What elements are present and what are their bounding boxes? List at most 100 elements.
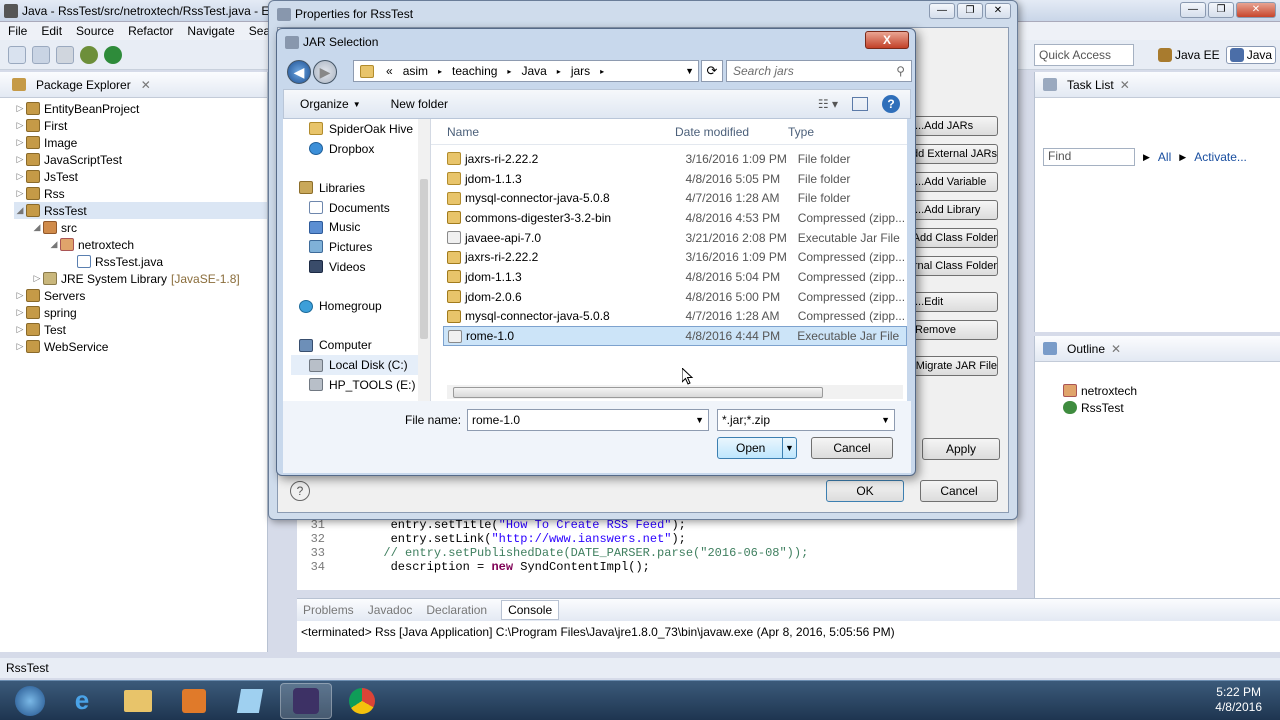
jar-close-button[interactable]: X xyxy=(865,31,909,49)
breadcrumb-item[interactable]: asim xyxy=(403,64,428,78)
nav-item[interactable]: Libraries xyxy=(291,178,430,198)
tree-item[interactable]: ▷ JRE System Library [JavaSE-1.8] xyxy=(14,270,267,287)
menu-edit[interactable]: Edit xyxy=(41,24,62,38)
menu-navigate[interactable]: Navigate xyxy=(187,24,234,38)
tree-item[interactable]: ◢ netroxtech xyxy=(14,236,267,253)
tree-item[interactable]: ▷ Servers xyxy=(14,287,267,304)
chevron-down-icon[interactable]: ▼ xyxy=(695,410,704,430)
nav-item[interactable]: Computer xyxy=(291,336,430,356)
expand-arrow-icon[interactable]: ▷ xyxy=(14,307,26,318)
open-dropdown-icon[interactable]: ▼ xyxy=(782,438,796,458)
apply-button[interactable]: Apply xyxy=(922,438,1000,460)
expand-arrow-icon[interactable]: ▷ xyxy=(31,273,43,284)
new-folder-button[interactable]: New folder xyxy=(391,97,448,111)
build-path-button[interactable]: Add Library... xyxy=(910,200,998,220)
file-type-select[interactable]: *.jar;*.zip ▼ xyxy=(717,409,895,431)
close-tab-icon[interactable]: ✕ xyxy=(1120,78,1130,92)
search-input[interactable]: Search jars ⚲ xyxy=(726,60,912,82)
expand-arrow-icon[interactable]: ▷ xyxy=(14,103,26,114)
nav-item[interactable]: HP_TOOLS (E:) xyxy=(291,375,430,395)
refresh-button[interactable]: ⟳ xyxy=(701,60,723,82)
help-icon[interactable]: ? xyxy=(882,95,900,113)
nav-item[interactable]: Pictures xyxy=(291,237,430,257)
view-options-icon[interactable]: ☷ ▾ xyxy=(818,97,838,111)
expand-arrow-icon[interactable]: ◢ xyxy=(48,239,60,250)
expand-arrow-icon[interactable]: ▷ xyxy=(14,324,26,335)
save-icon[interactable] xyxy=(32,46,50,64)
help-icon[interactable]: ? xyxy=(290,481,310,501)
perspective-java-ee[interactable]: Java EE xyxy=(1158,48,1220,62)
tab-console[interactable]: Console xyxy=(501,600,560,620)
tab-problems[interactable]: Problems xyxy=(303,603,354,617)
horizontal-scroll-thumb[interactable] xyxy=(453,387,823,398)
breadcrumb-item[interactable]: teaching xyxy=(452,64,497,78)
task-all-link[interactable]: All xyxy=(1158,150,1171,164)
nav-item[interactable]: Videos xyxy=(291,257,430,277)
run-icon[interactable] xyxy=(104,46,122,64)
close-tab-icon[interactable]: ✕ xyxy=(141,78,151,92)
minimize-button[interactable]: — xyxy=(1180,2,1206,18)
nav-scrollbar[interactable] xyxy=(418,119,430,401)
horizontal-scrollbar[interactable] xyxy=(447,385,903,399)
column-date-modified[interactable]: Date modified xyxy=(675,125,788,139)
file-row[interactable]: mysql-connector-java-5.0.8 4/7/2016 1:28 … xyxy=(443,307,907,327)
expand-arrow-icon[interactable]: ◢ xyxy=(31,222,43,233)
print-icon[interactable] xyxy=(56,46,74,64)
task-list-tab[interactable]: Task List ✕ xyxy=(1035,72,1280,98)
nav-item[interactable]: Homegroup xyxy=(291,296,430,316)
tab-declaration[interactable]: Declaration xyxy=(426,603,487,617)
tree-item[interactable]: ▷ EntityBeanProject xyxy=(14,100,267,117)
open-button[interactable]: Open ▼ xyxy=(717,437,797,459)
back-button[interactable]: ◀ xyxy=(287,60,311,84)
cancel-button[interactable]: Cancel xyxy=(811,437,893,459)
tree-item[interactable]: ▷ JsTest xyxy=(14,168,267,185)
column-name[interactable]: Name xyxy=(431,125,675,139)
file-row[interactable]: jdom-1.1.3 4/8/2016 5:04 PM Compressed (zi… xyxy=(443,267,907,287)
file-row[interactable]: jdom-2.0.6 4/8/2016 5:00 PM Compressed (zi… xyxy=(443,287,907,307)
breadcrumb-item[interactable]: « xyxy=(386,64,393,78)
tree-item[interactable]: RssTest.java xyxy=(14,253,267,270)
close-window-button[interactable]: ✕ xyxy=(1236,2,1276,18)
file-row[interactable]: javaee-api-7.0 3/21/2016 2:08 PM Executabl… xyxy=(443,228,907,248)
menu-refactor[interactable]: Refactor xyxy=(128,24,173,38)
expand-arrow-icon[interactable]: ▷ xyxy=(14,341,26,352)
tree-item[interactable]: ▷ First xyxy=(14,117,267,134)
tree-item[interactable]: ▷ WebService xyxy=(14,338,267,355)
file-name-input[interactable]: rome-1.0 ▼ xyxy=(467,409,709,431)
forward-button[interactable]: ▶ xyxy=(313,60,337,84)
address-bar[interactable]: « asim ▸ teaching ▸ Java ▸ jars ▸ ▼ xyxy=(353,60,699,82)
file-row[interactable]: mysql-connector-java-5.0.8 4/7/2016 1:28 … xyxy=(443,188,907,208)
close-button[interactable]: ✕ xyxy=(985,3,1011,19)
nav-item[interactable]: SpiderOak Hive xyxy=(291,119,430,139)
breadcrumb-separator-icon[interactable]: ▸ xyxy=(600,67,604,76)
expand-arrow-icon[interactable]: ▷ xyxy=(14,188,26,199)
code-editor[interactable]: 31 entry.setTitle("How To Create RSS Fee… xyxy=(297,518,1017,590)
taskbar-eclipse[interactable] xyxy=(280,682,332,719)
task-activate-link[interactable]: Activate... xyxy=(1194,150,1247,164)
expand-arrow-icon[interactable]: ▷ xyxy=(14,137,26,148)
maximize-button[interactable]: ❐ xyxy=(957,3,983,19)
build-path-button[interactable]: Add JARs... xyxy=(910,116,998,136)
build-path-button[interactable]: Remove xyxy=(910,320,998,340)
file-row[interactable]: jdom-1.1.3 4/8/2016 5:05 PM File folder xyxy=(443,169,907,189)
debug-icon[interactable] xyxy=(80,46,98,64)
tree-item[interactable]: ▷ JavaScriptTest xyxy=(14,151,267,168)
file-row[interactable]: jaxrs-ri-2.22.2 3/16/2016 1:09 PM File fol… xyxy=(443,149,907,169)
taskbar-media[interactable] xyxy=(168,683,220,719)
menu-source[interactable]: Source xyxy=(76,24,114,38)
nav-item[interactable]: Dropbox xyxy=(291,139,430,159)
breadcrumb-separator-icon[interactable]: ▸ xyxy=(557,67,561,76)
menu-file[interactable]: File xyxy=(8,24,27,38)
nav-item[interactable]: Documents xyxy=(291,198,430,218)
build-path-button[interactable]: Migrate JAR File... xyxy=(910,356,998,376)
expand-arrow-icon[interactable]: ▷ xyxy=(14,154,26,165)
chevron-down-icon[interactable]: ▼ xyxy=(685,66,694,76)
taskbar-explorer[interactable] xyxy=(112,683,164,719)
taskbar-ie[interactable]: e xyxy=(56,683,108,719)
tree-item[interactable]: ▷ Rss xyxy=(14,185,267,202)
tree-item[interactable]: ◢ RssTest xyxy=(14,202,267,219)
package-explorer-tab[interactable]: Package Explorer ✕ xyxy=(0,72,267,98)
outline-tab[interactable]: Outline ✕ xyxy=(1035,336,1280,362)
nav-scroll-thumb[interactable] xyxy=(420,179,428,339)
build-path-button[interactable]: Edit... xyxy=(910,292,998,312)
